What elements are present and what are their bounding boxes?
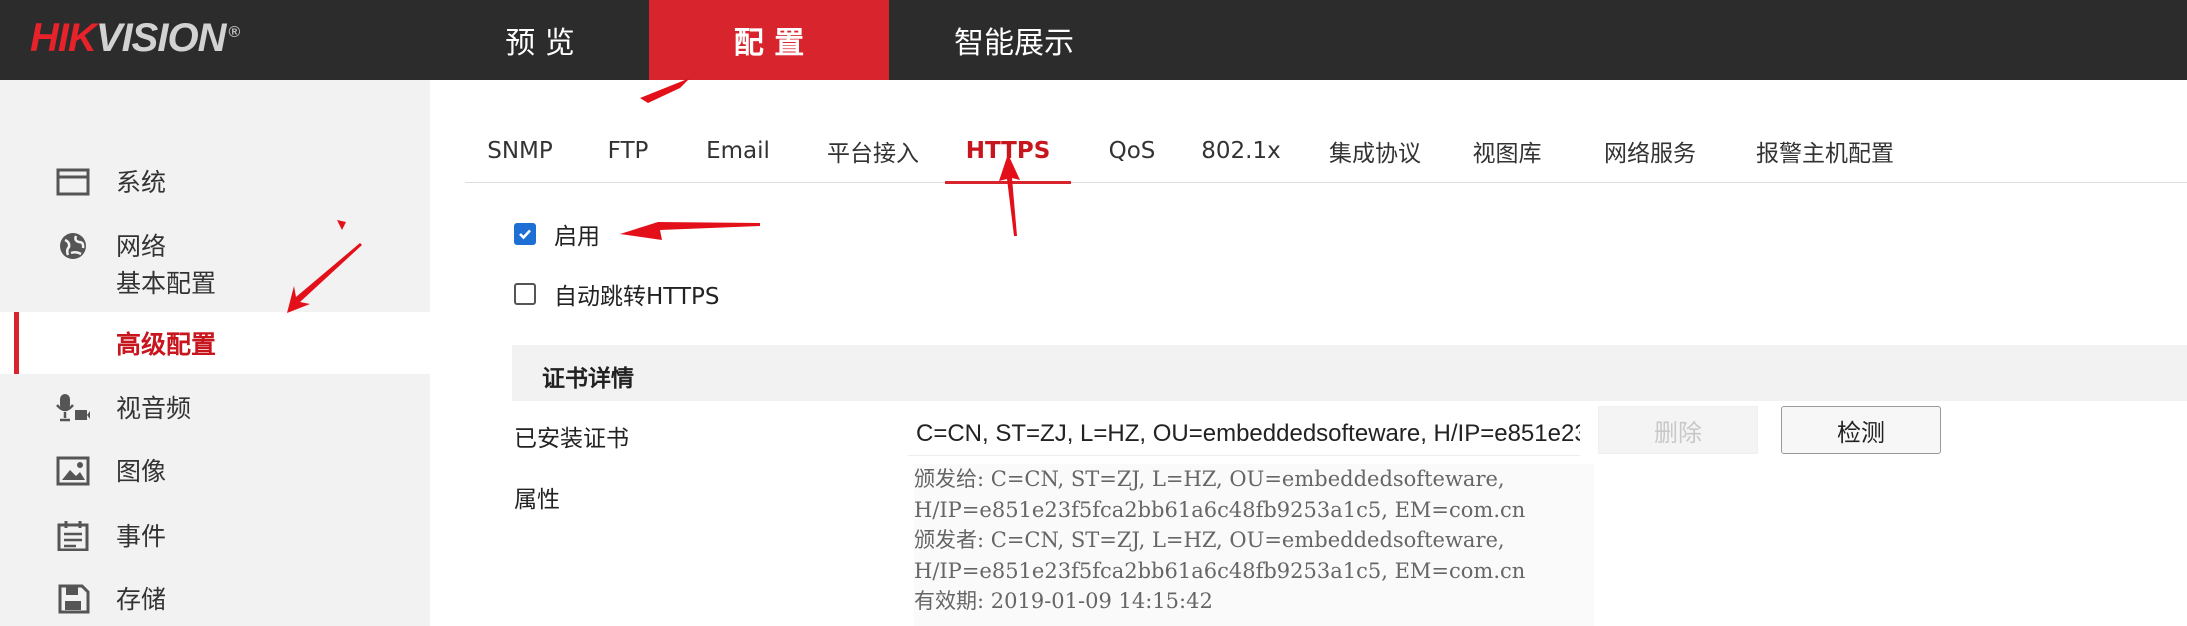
delete-button[interactable]: 删除 bbox=[1598, 406, 1758, 454]
tab-network-service[interactable]: 网络服务 bbox=[1595, 120, 1705, 182]
cert-attr-line: 颁发给: C=CN, ST=ZJ, L=HZ, OU=embeddedsofte… bbox=[914, 467, 1505, 491]
sidebar-item-system[interactable]: 系统 bbox=[0, 153, 430, 209]
https-redirect-checkbox[interactable] bbox=[514, 283, 536, 305]
disk-icon bbox=[56, 584, 90, 614]
tab-platform-access[interactable]: 平台接入 bbox=[818, 120, 928, 182]
nav-preview[interactable]: 预 览 bbox=[430, 0, 650, 80]
sidebar-subitem-basic-config[interactable]: 基本配置 bbox=[0, 251, 430, 313]
attributes-label: 属性 bbox=[514, 487, 560, 513]
nav-smart-display[interactable]: 智能展示 bbox=[889, 0, 1139, 80]
image-icon bbox=[56, 456, 90, 486]
tab-https[interactable]: HTTPS bbox=[945, 120, 1071, 184]
arrow-to-enable-checkbox bbox=[620, 222, 760, 240]
registered-mark: ® bbox=[228, 23, 240, 41]
tab-integration-protocol[interactable]: 集成协议 bbox=[1320, 120, 1430, 182]
hikvision-logo: HIKVISION ® bbox=[30, 16, 240, 61]
cert-attr-line: 颁发者: C=CN, ST=ZJ, L=HZ, OU=embeddedsofte… bbox=[914, 528, 1505, 552]
sidebar-item-label: 系统 bbox=[116, 168, 167, 197]
sidebar-subitem-advanced-config[interactable]: 高级配置 bbox=[0, 312, 430, 374]
cert-attr-line: 有效期: 2019-01-09 14:15:42 bbox=[914, 589, 1213, 613]
nav-config[interactable]: 配 置 bbox=[649, 0, 889, 80]
tab-qos[interactable]: QoS bbox=[1097, 120, 1167, 182]
sidebar-item-label: 图像 bbox=[116, 457, 167, 486]
sidebar-item-image[interactable]: 图像 bbox=[0, 442, 430, 498]
check-button[interactable]: 检测 bbox=[1781, 406, 1941, 454]
checkmark-icon bbox=[519, 229, 531, 240]
logo-red-text: HIK bbox=[30, 16, 97, 60]
top-navigation-bar: HIKVISION ® 预 览 配 置 智能展示 bbox=[0, 0, 2187, 80]
cert-attributes: 颁发给: C=CN, ST=ZJ, L=HZ, OU=embeddedsofte… bbox=[914, 464, 1594, 626]
cert-details-header: 证书详情 bbox=[512, 345, 2187, 401]
arrow-to-config-tab bbox=[640, 78, 690, 103]
https-enable-checkbox[interactable] bbox=[514, 223, 536, 245]
cert-attr-line: H/IP=e851e23f5fca2bb61a6c48fb9253a1c5, E… bbox=[914, 497, 1526, 522]
calendar-icon bbox=[56, 521, 90, 552]
sidebar-item-label: 存储 bbox=[116, 585, 167, 614]
tab-snmp[interactable]: SNMP bbox=[475, 120, 565, 182]
window-icon bbox=[56, 167, 90, 197]
logo-gray-text: VISION bbox=[95, 16, 227, 60]
https-redirect-label: 自动跳转HTTPS bbox=[554, 284, 720, 310]
https-enable-label: 启用 bbox=[554, 224, 600, 250]
cert-attr-line: H/IP=e851e23f5fca2bb61a6c48fb9253a1c5, E… bbox=[914, 558, 1526, 583]
tab-ftp[interactable]: FTP bbox=[593, 120, 663, 182]
https-enable-row[interactable]: 启用 bbox=[514, 216, 600, 252]
sidebar-item-label: 视音频 bbox=[116, 394, 192, 423]
https-redirect-row[interactable]: 自动跳转HTTPS bbox=[514, 276, 719, 312]
tab-8021x[interactable]: 802.1x bbox=[1196, 120, 1286, 182]
sidebar-item-event[interactable]: 事件 bbox=[0, 507, 430, 563]
mic-camera-icon bbox=[56, 393, 90, 423]
sidebar-item-storage[interactable]: 存储 bbox=[0, 570, 430, 626]
installed-cert-field[interactable]: C=CN, ST=ZJ, L=HZ, OU=embeddedsofteware,… bbox=[908, 412, 1580, 456]
cert-details-title: 证书详情 bbox=[542, 366, 634, 392]
installed-cert-label: 已安装证书 bbox=[514, 426, 629, 452]
sidebar-subitem-label: 高级配置 bbox=[116, 330, 217, 359]
sidebar: 系统 网络 基本配置 高级配置 视音频 图像 事件 存储 bbox=[0, 80, 430, 626]
tab-email[interactable]: Email bbox=[698, 120, 778, 182]
sidebar-item-label: 事件 bbox=[116, 522, 167, 551]
sidebar-item-audio-video[interactable]: 视音频 bbox=[0, 379, 430, 435]
tab-alarm-host-config[interactable]: 报警主机配置 bbox=[1745, 120, 1905, 182]
tab-view-library[interactable]: 视图库 bbox=[1462, 120, 1552, 182]
config-tabs: SNMP FTP Email 平台接入 HTTPS QoS 802.1x 集成协… bbox=[465, 120, 2187, 184]
sidebar-subitem-label: 基本配置 bbox=[116, 269, 217, 298]
